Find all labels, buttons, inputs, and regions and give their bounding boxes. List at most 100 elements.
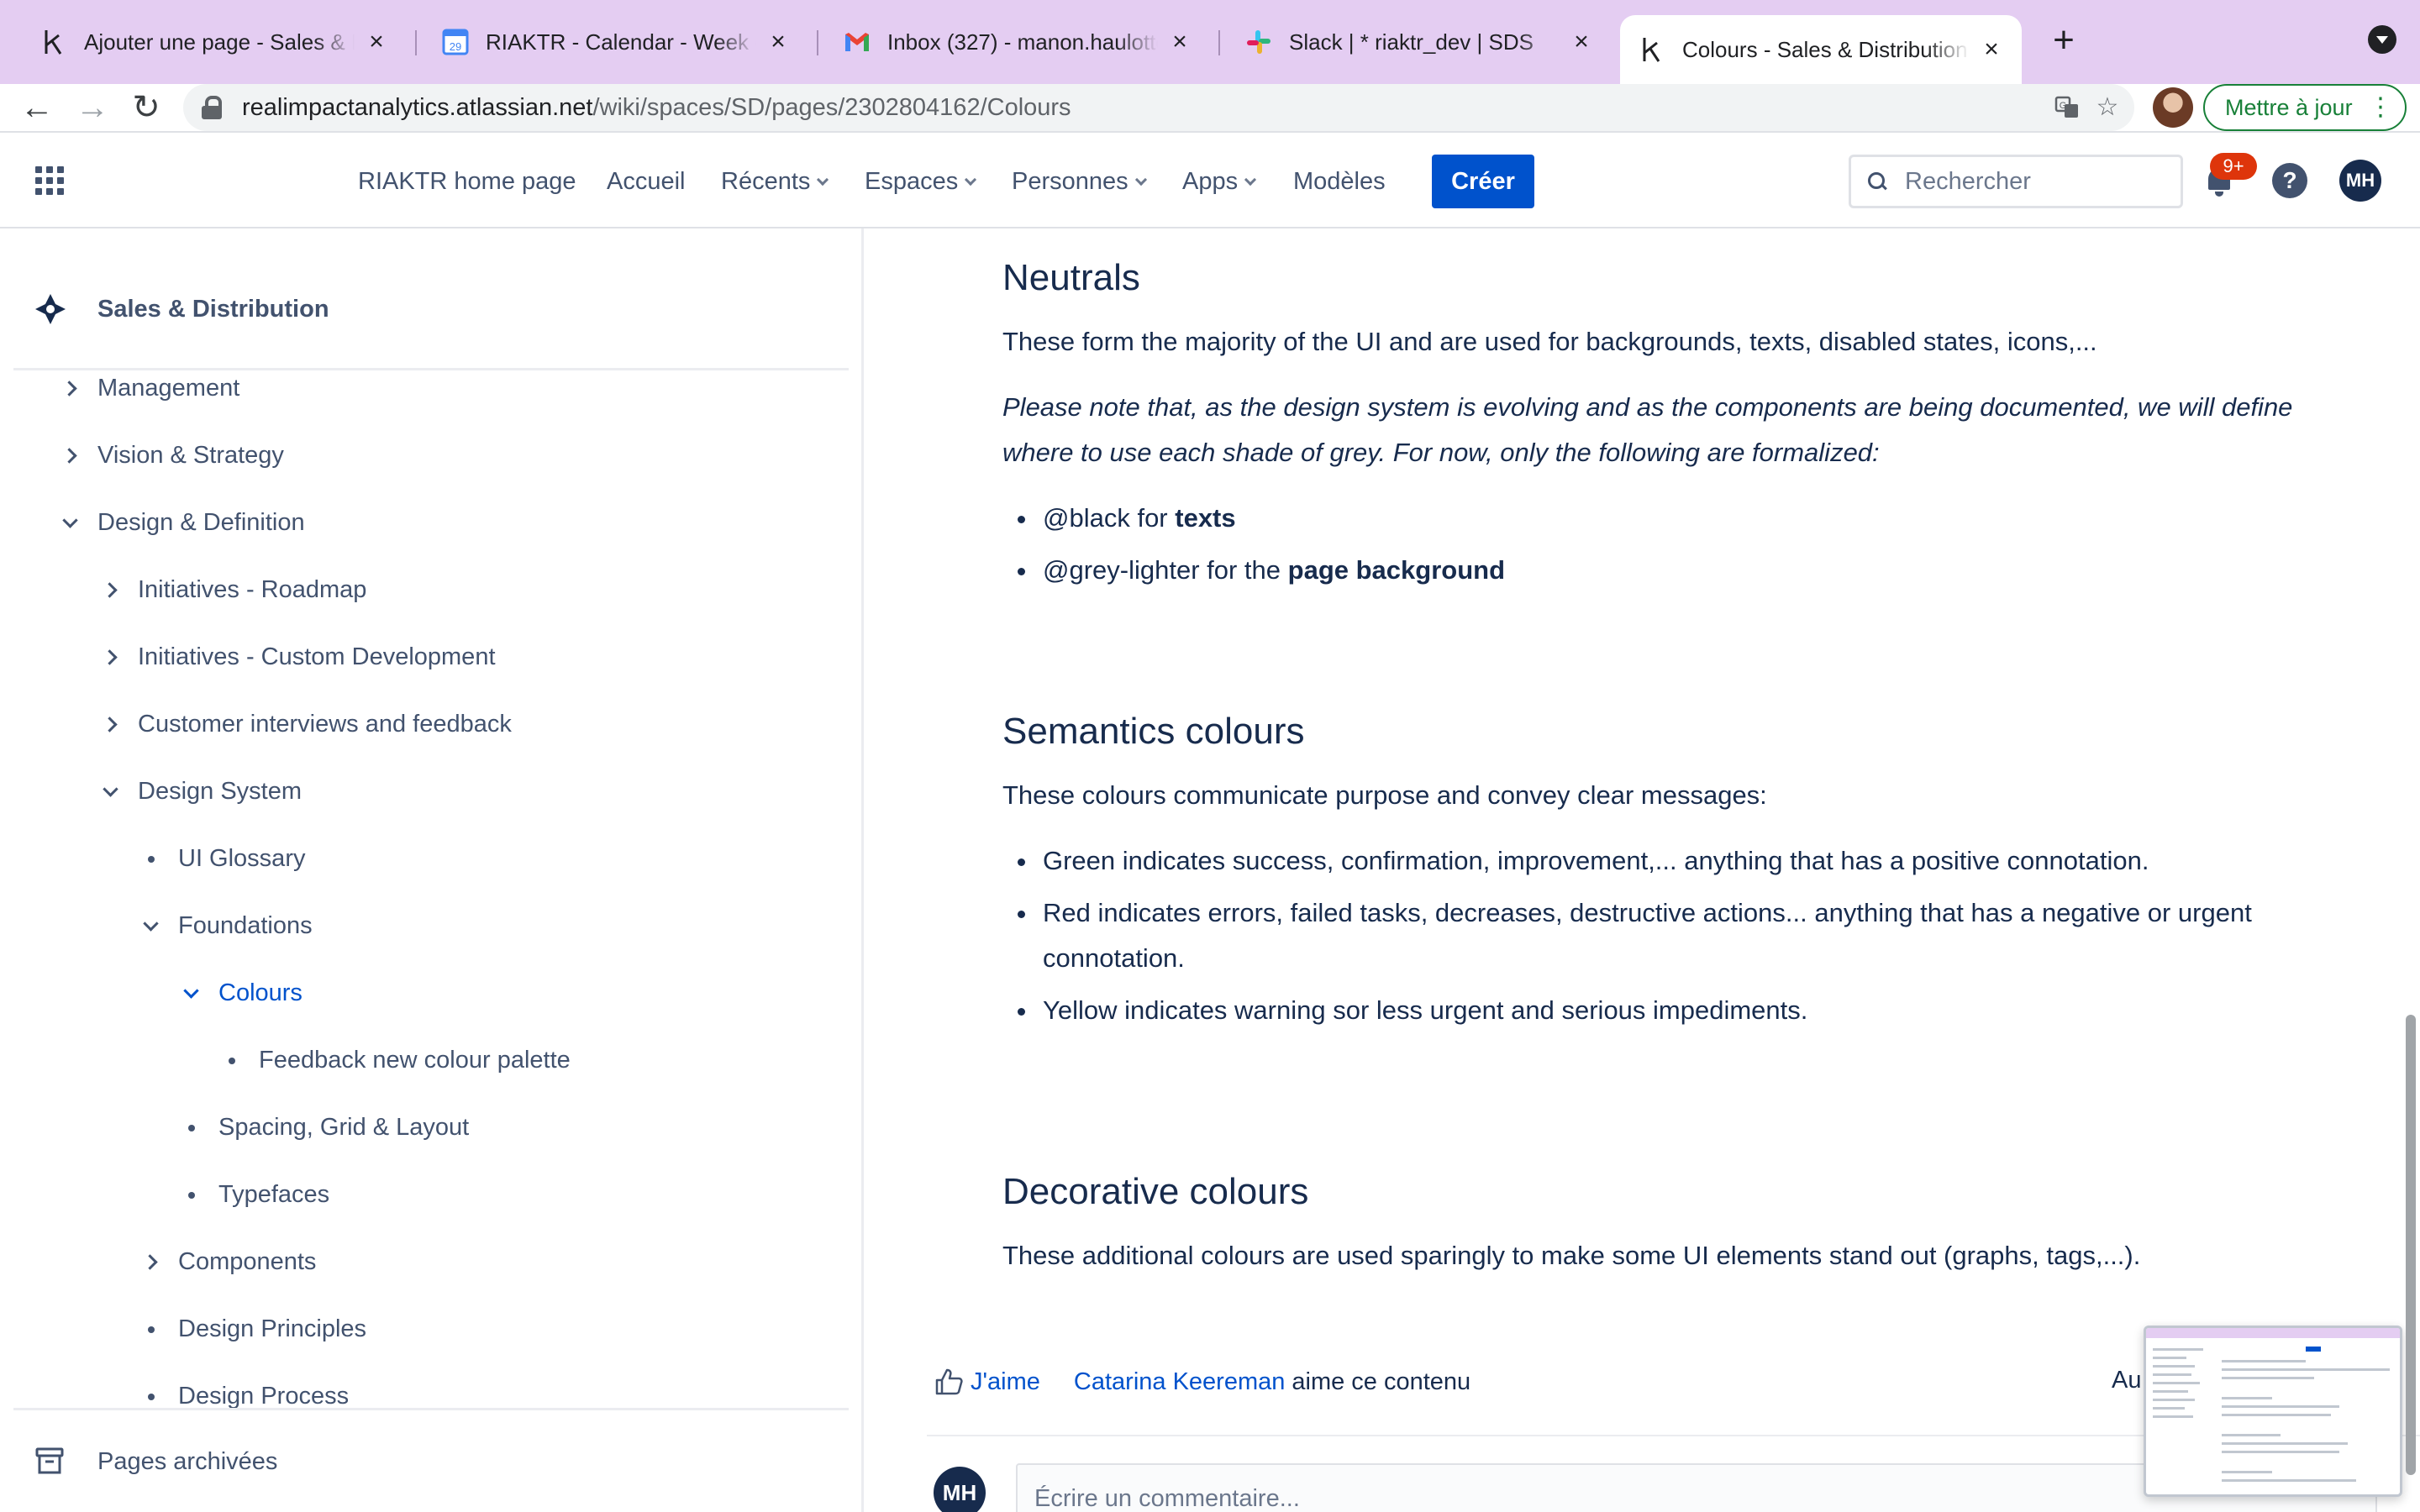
chevron-down-icon: [1134, 173, 1147, 186]
tab-title: Inbox (327) - manon.haulotte@: [887, 29, 1158, 55]
lock-icon: [202, 96, 222, 119]
archive-icon[interactable]: [35, 1446, 64, 1475]
list-item: @black for texts: [1018, 496, 2313, 541]
close-icon[interactable]: ×: [1168, 29, 1192, 55]
bullet-icon: [138, 846, 163, 871]
search-box[interactable]: [1849, 155, 2183, 208]
chevron-right-icon[interactable]: [57, 375, 82, 401]
tab-search-icon[interactable]: [2368, 25, 2396, 54]
tree-item-feedback-palette[interactable]: Feedback new colour palette: [218, 1035, 571, 1085]
tree-item-vision-strategy[interactable]: Vision & Strategy: [57, 430, 284, 480]
space-sidebar: Sales & Distribution Management Vision &…: [0, 228, 864, 1512]
browser-tab-bar: Ajouter une page - Sales & Dis × 29 RIAK…: [0, 0, 2420, 84]
browser-toolbar: ← → ↻ realimpactanalytics.atlassian.net/…: [0, 84, 2420, 131]
reload-icon[interactable]: ↻: [123, 84, 170, 131]
browser-tab-3[interactable]: Inbox (327) - manon.haulotte@ ×: [825, 15, 1210, 69]
chevron-down-icon: [1244, 173, 1257, 186]
bullet-icon: [178, 1115, 203, 1140]
new-tab-button[interactable]: +: [2044, 22, 2084, 62]
chevron-down-icon[interactable]: [138, 913, 163, 938]
scrollbar[interactable]: [2406, 1015, 2416, 1475]
close-icon[interactable]: ×: [766, 29, 790, 55]
search-input[interactable]: [1905, 167, 2157, 196]
space-name: Sales & Distribution: [97, 296, 329, 323]
update-label: Mettre à jour: [2225, 94, 2353, 120]
help-icon[interactable]: ?: [2272, 163, 2307, 198]
app-switcher-icon[interactable]: [35, 166, 64, 195]
back-icon[interactable]: ←: [13, 84, 60, 131]
thumbs-up-icon: [935, 1368, 963, 1395]
browser-tab-1[interactable]: Ajouter une page - Sales & Dis ×: [22, 15, 407, 69]
browser-tab-5-active[interactable]: Colours - Sales & Distribution - ×: [1620, 15, 2022, 84]
more-vertical-icon[interactable]: ⋮: [2368, 92, 2393, 123]
nav-apps[interactable]: Apps: [1182, 161, 1257, 202]
tree-item-design-system[interactable]: Design System: [97, 766, 302, 816]
close-icon[interactable]: ×: [365, 29, 388, 55]
k-icon: [40, 29, 67, 55]
tree-item-design-definition[interactable]: Design & Definition: [57, 497, 305, 548]
tree-item-typefaces[interactable]: Typefaces: [178, 1169, 329, 1220]
page-preview-thumbnail[interactable]: [2144, 1326, 2402, 1497]
tab-title: Slack | * riaktr_dev | SDS: [1289, 29, 1534, 55]
nav-recents[interactable]: Récents: [721, 161, 829, 202]
chevron-down-icon[interactable]: [57, 510, 82, 535]
tree-item-components[interactable]: Components: [138, 1236, 316, 1287]
k-icon: [1639, 36, 1665, 63]
tree-item-management[interactable]: Management: [57, 363, 239, 413]
create-button[interactable]: Créer: [1432, 155, 1534, 208]
bullet-icon: [138, 1383, 163, 1409]
tree-item-customer-interviews[interactable]: Customer interviews and feedback: [97, 699, 512, 749]
space-logo-icon: [35, 294, 66, 324]
tree-item-spacing-grid[interactable]: Spacing, Grid & Layout: [178, 1102, 469, 1152]
chevron-right-icon[interactable]: [57, 443, 82, 468]
tab-title: Colours - Sales & Distribution -: [1682, 36, 1970, 62]
close-icon[interactable]: ×: [1980, 37, 2003, 62]
nav-espaces[interactable]: Espaces: [865, 161, 977, 202]
profile-avatar[interactable]: [2153, 87, 2193, 128]
nav-personnes[interactable]: Personnes: [1012, 161, 1147, 202]
chevron-right-icon[interactable]: [97, 577, 123, 602]
tree-item-foundations[interactable]: Foundations: [138, 900, 313, 951]
url-text: realimpactanalytics.atlassian.net/wiki/s…: [242, 93, 1071, 121]
close-icon[interactable]: ×: [1570, 29, 1593, 55]
tree-item-design-process[interactable]: Design Process: [138, 1371, 349, 1421]
translate-icon[interactable]: G: [2054, 94, 2081, 121]
tab-title: Ajouter une page - Sales & Dis: [84, 29, 355, 55]
page-content: Neutrals These form the majority of the …: [866, 228, 2420, 1512]
tree-item-design-principles[interactable]: Design Principles: [138, 1304, 366, 1354]
liker-name-link[interactable]: Catarina Keereman: [1074, 1368, 1285, 1396]
like-button[interactable]: J'aime: [934, 1367, 1040, 1397]
bookmark-star-icon[interactable]: ☆: [2094, 94, 2121, 121]
chevron-down-icon[interactable]: [97, 779, 123, 804]
chevron-right-icon[interactable]: [138, 1249, 163, 1274]
chevron-right-icon[interactable]: [97, 644, 123, 669]
forward-icon[interactable]: →: [69, 84, 116, 131]
nav-accueil[interactable]: Accueil: [607, 161, 686, 202]
chevron-down-icon[interactable]: [178, 980, 203, 1005]
nav-modeles[interactable]: Modèles: [1293, 161, 1386, 202]
svg-text:29: 29: [450, 40, 461, 53]
bullet-icon: [138, 1316, 163, 1341]
likes-suffix: aime ce contenu: [1292, 1368, 1471, 1395]
update-button[interactable]: Mettre à jour ⋮: [2203, 84, 2407, 131]
browser-tab-2[interactable]: 29 RIAKTR - Calendar - Week of J ×: [424, 15, 808, 69]
space-header[interactable]: Sales & Distribution: [0, 228, 864, 370]
chevron-right-icon[interactable]: [97, 711, 123, 737]
tree-item-ui-glossary[interactable]: UI Glossary: [138, 833, 305, 884]
notification-count-badge: 9+: [2210, 153, 2257, 180]
nav-riaktr-home[interactable]: RIAKTR home page: [358, 161, 576, 202]
comment-avatar: MH: [934, 1467, 986, 1512]
tree-item-initiatives-roadmap[interactable]: Initiatives - Roadmap: [97, 564, 366, 615]
heading-decorative: Decorative colours: [1002, 1171, 1309, 1212]
list-item: Yellow indicates warning sor less urgent…: [1018, 988, 2313, 1033]
browser-tab-4[interactable]: Slack | * riaktr_dev | SDS ×: [1227, 15, 1612, 69]
truncated-label: Au: [2112, 1367, 2142, 1394]
tree-item-initiatives-custom[interactable]: Initiatives - Custom Development: [97, 632, 496, 682]
heading-neutrals: Neutrals: [1002, 257, 1140, 298]
tree-item-colours-current[interactable]: Colours: [178, 968, 302, 1018]
user-avatar[interactable]: MH: [2339, 160, 2381, 202]
archived-pages-link[interactable]: Pages archivées: [97, 1448, 277, 1476]
address-bar[interactable]: realimpactanalytics.atlassian.net/wiki/s…: [183, 84, 2134, 131]
chevron-down-icon: [817, 173, 829, 186]
gmail-icon: [844, 29, 871, 55]
